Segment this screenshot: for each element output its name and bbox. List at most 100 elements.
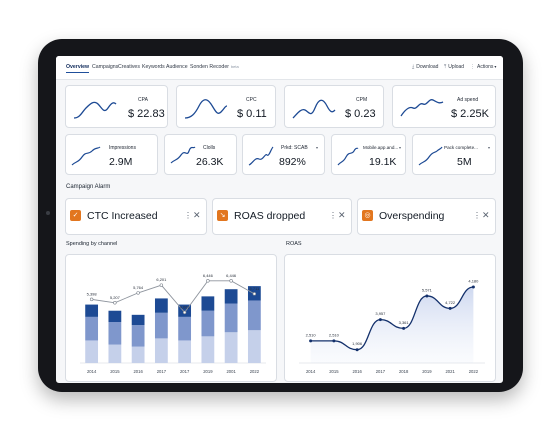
chevron-down-icon: ▾ bbox=[494, 64, 497, 69]
tab-overview[interactable]: Overview bbox=[66, 64, 90, 73]
kpi-value: 2.9M bbox=[109, 156, 133, 168]
bar-segment bbox=[154, 338, 168, 363]
bar-segment bbox=[108, 310, 122, 322]
tab-keywords[interactable]: Keywords bbox=[142, 64, 165, 70]
alarm-card-roas[interactable]: ↘ ROAS dropped ⋮ ✕ bbox=[212, 198, 352, 235]
tab-campaigns[interactable]: Campaigns bbox=[92, 64, 118, 70]
x-tick-label: 2019 bbox=[203, 369, 213, 374]
kpi-card-clolls[interactable]: Clolls 26.3K bbox=[164, 134, 237, 175]
tab-sonden-recoder-label: Sonden Recoder bbox=[190, 64, 229, 70]
data-label: 5,571 bbox=[422, 287, 433, 292]
beta-badge: beta bbox=[230, 64, 239, 69]
bar-segment bbox=[154, 298, 168, 313]
upload-label: Upload bbox=[448, 64, 465, 70]
roas-point bbox=[448, 306, 452, 310]
kpi-value: 5M bbox=[457, 156, 472, 168]
alarm-text: Overspending bbox=[379, 210, 445, 222]
kpi-value: $ 0.11 bbox=[237, 108, 267, 120]
data-label: 6,446 bbox=[226, 273, 237, 278]
close-icon[interactable]: ✕ bbox=[193, 210, 201, 221]
sparkline-cpa bbox=[73, 101, 117, 119]
kpi-value: $ 0.23 bbox=[345, 108, 376, 120]
line-point bbox=[136, 291, 140, 295]
alarm-card-ctc[interactable]: ✓ CTC Increased ⋮ ✕ bbox=[65, 198, 207, 235]
kpi-card-cpa[interactable]: CPA $ 22.83 bbox=[65, 85, 168, 128]
data-label: 1,906 bbox=[352, 341, 363, 346]
bar-segment bbox=[154, 312, 168, 339]
upload-icon: ⤒ bbox=[444, 64, 447, 70]
upload-button[interactable]: ⤒ Upload bbox=[444, 64, 464, 70]
sparkline-mobile-app bbox=[337, 147, 359, 166]
sparkline-impressions bbox=[71, 146, 101, 166]
bar-segment bbox=[131, 346, 145, 363]
roas-line-chart: 2,510 2014 2,510 2015 1,906 2016 3,957 2017 3,36… bbox=[299, 279, 485, 374]
tab-creatives[interactable]: Creatives bbox=[118, 64, 140, 70]
kpi-card-cpm[interactable]: CPM $ 0.23 bbox=[284, 85, 384, 128]
roas-point bbox=[309, 339, 313, 343]
data-label: 4,180 bbox=[468, 279, 479, 284]
more-icon: ⋮ bbox=[470, 64, 475, 70]
spending-bar-chart: 2014 2015 2016 2017 2017 2019 2001 2022 5,398 5,2… bbox=[80, 273, 266, 374]
kpi-label: Impressions bbox=[109, 145, 136, 151]
line-point bbox=[89, 297, 94, 302]
kpi-card-pack-complete[interactable]: Pack complete... ▾ 5M bbox=[412, 134, 496, 175]
more-icon[interactable]: ⋮ bbox=[184, 211, 192, 220]
close-icon[interactable]: ✕ bbox=[482, 210, 490, 221]
data-label: 4,722 bbox=[445, 300, 456, 305]
kpi-card-ad-spend[interactable]: Ad spend $ 2.25K bbox=[392, 85, 496, 128]
bar-segment bbox=[178, 316, 192, 341]
download-button[interactable]: ⤓ Download bbox=[412, 64, 438, 70]
roas-point bbox=[425, 294, 429, 298]
roas-chart-panel: 2,510 2014 2,510 2015 1,906 2016 3,957 2017 3,36… bbox=[284, 254, 496, 382]
kpi-card-mobile-app[interactable]: Mobile.app.and... ▾ 19.1K bbox=[331, 134, 406, 175]
close-icon[interactable]: ✕ bbox=[338, 210, 346, 221]
tab-audience[interactable]: Audience bbox=[166, 64, 188, 70]
alarm-text: ROAS dropped bbox=[234, 210, 306, 222]
more-icon[interactable]: ⋮ bbox=[473, 211, 481, 220]
x-tick-label: 2017 bbox=[180, 369, 190, 374]
kpi-value: 892% bbox=[279, 156, 306, 168]
actions-label: Actions bbox=[477, 64, 494, 70]
bar-segment bbox=[247, 330, 261, 363]
data-label: 5,207 bbox=[110, 295, 121, 300]
kpi-card-impressions[interactable]: Impressions 2.9M bbox=[65, 134, 158, 175]
alarm-card-overspending[interactable]: ◎ Overspending ⋮ ✕ bbox=[357, 198, 496, 235]
actions-menu-button[interactable]: ⋮ Actions▾ bbox=[470, 64, 496, 70]
bar-segment bbox=[85, 316, 99, 341]
kpi-label: Prkd: SCAB bbox=[281, 145, 308, 151]
line-point bbox=[113, 301, 117, 305]
roas-area bbox=[310, 287, 474, 363]
sparkline-pack-complete bbox=[418, 146, 443, 166]
spending-chart-panel: 2014 2015 2016 2017 2017 2019 2001 2022 5,398 5,2… bbox=[65, 254, 277, 382]
kpi-label: Mobile.app.and... bbox=[363, 145, 399, 150]
bar-segment bbox=[85, 304, 99, 317]
sparkline-clolls bbox=[170, 146, 196, 164]
x-tick-label: 2015 bbox=[110, 369, 120, 374]
kpi-value: $ 22.83 bbox=[128, 108, 165, 120]
x-tick-label: 2014 bbox=[87, 369, 97, 374]
kpi-card-cpc[interactable]: CPC $ 0.11 bbox=[176, 85, 276, 128]
bar-segment bbox=[201, 296, 215, 311]
more-icon[interactable]: ⋮ bbox=[329, 211, 337, 220]
data-label: 5,398 bbox=[87, 291, 98, 296]
data-label: 3,957 bbox=[375, 311, 386, 316]
bar-segment bbox=[201, 336, 215, 363]
kpi-label: CPA bbox=[138, 97, 148, 103]
line-point bbox=[206, 279, 210, 283]
x-tick-label: 2017 bbox=[376, 369, 386, 374]
chevron-down-icon: ▾ bbox=[399, 145, 402, 150]
bar-segment bbox=[108, 322, 122, 345]
line-point bbox=[252, 292, 257, 296]
kpi-value: $ 2.25K bbox=[451, 108, 489, 120]
x-tick-label: 2015 bbox=[329, 369, 339, 374]
camera-icon bbox=[46, 211, 50, 215]
download-icon: ⤓ bbox=[412, 64, 415, 70]
data-label: 4,661 bbox=[180, 304, 191, 309]
kpi-label: CPM bbox=[356, 97, 368, 103]
top-navigation: Overview Campaigns Creatives Keywords Au… bbox=[56, 56, 503, 80]
kpi-card-prkd-scab[interactable]: Prkd: SCAB ▾ 892% bbox=[242, 134, 325, 175]
kpi-value: 26.3K bbox=[196, 156, 224, 168]
sparkline-ad-spend bbox=[400, 99, 444, 117]
x-tick-label: 2016 bbox=[352, 369, 362, 374]
tab-sonden-recoder[interactable]: Sonden Recoder beta bbox=[190, 64, 239, 70]
